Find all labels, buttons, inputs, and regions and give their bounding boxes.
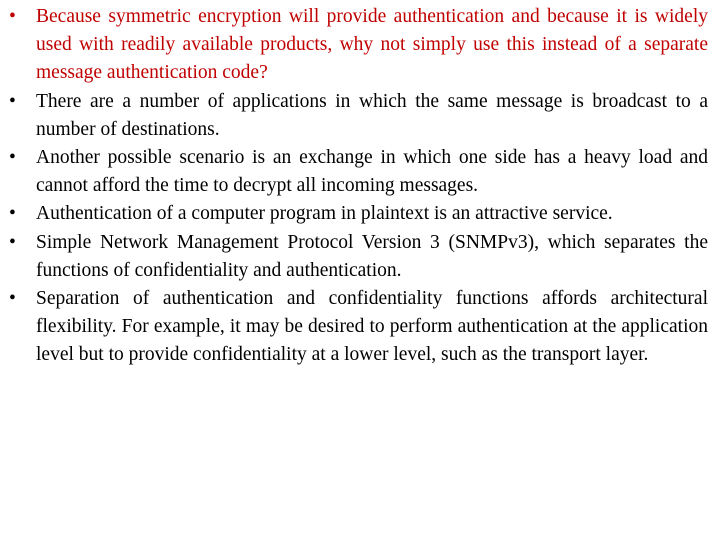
slide: • Because symmetric encryption will prov… <box>0 0 720 540</box>
bullet-icon: • <box>9 147 16 169</box>
bullet-text: Another possible scenario is an exchange… <box>36 147 708 197</box>
bullet-text: Simple Network Management Protocol Versi… <box>36 231 708 281</box>
bullet-text: Separation of authentication and confide… <box>36 288 708 366</box>
bullet-icon: • <box>9 6 16 27</box>
bullet-item-question: • Because symmetric encryption will prov… <box>6 3 708 88</box>
bullet-item-program-auth: • Authentication of a computer program i… <box>6 200 708 228</box>
bullet-item-broadcast: • There are a number of applications in … <box>6 88 708 144</box>
bullet-icon: • <box>9 203 16 225</box>
bullet-icon: • <box>9 90 16 112</box>
bullet-list: • Because symmetric encryption will prov… <box>6 3 708 370</box>
bullet-text: Because symmetric encryption will provid… <box>36 6 708 84</box>
bullet-item-snmpv3: • Simple Network Management Protocol Ver… <box>6 229 708 285</box>
bullet-icon: • <box>9 288 16 310</box>
bullet-item-heavy-load: • Another possible scenario is an exchan… <box>6 144 708 200</box>
bullet-icon: • <box>9 231 16 253</box>
bullet-item-separation: • Separation of authentication and confi… <box>6 285 708 370</box>
bullet-text: Authentication of a computer program in … <box>36 203 613 225</box>
bullet-text: There are a number of applications in wh… <box>36 90 708 140</box>
